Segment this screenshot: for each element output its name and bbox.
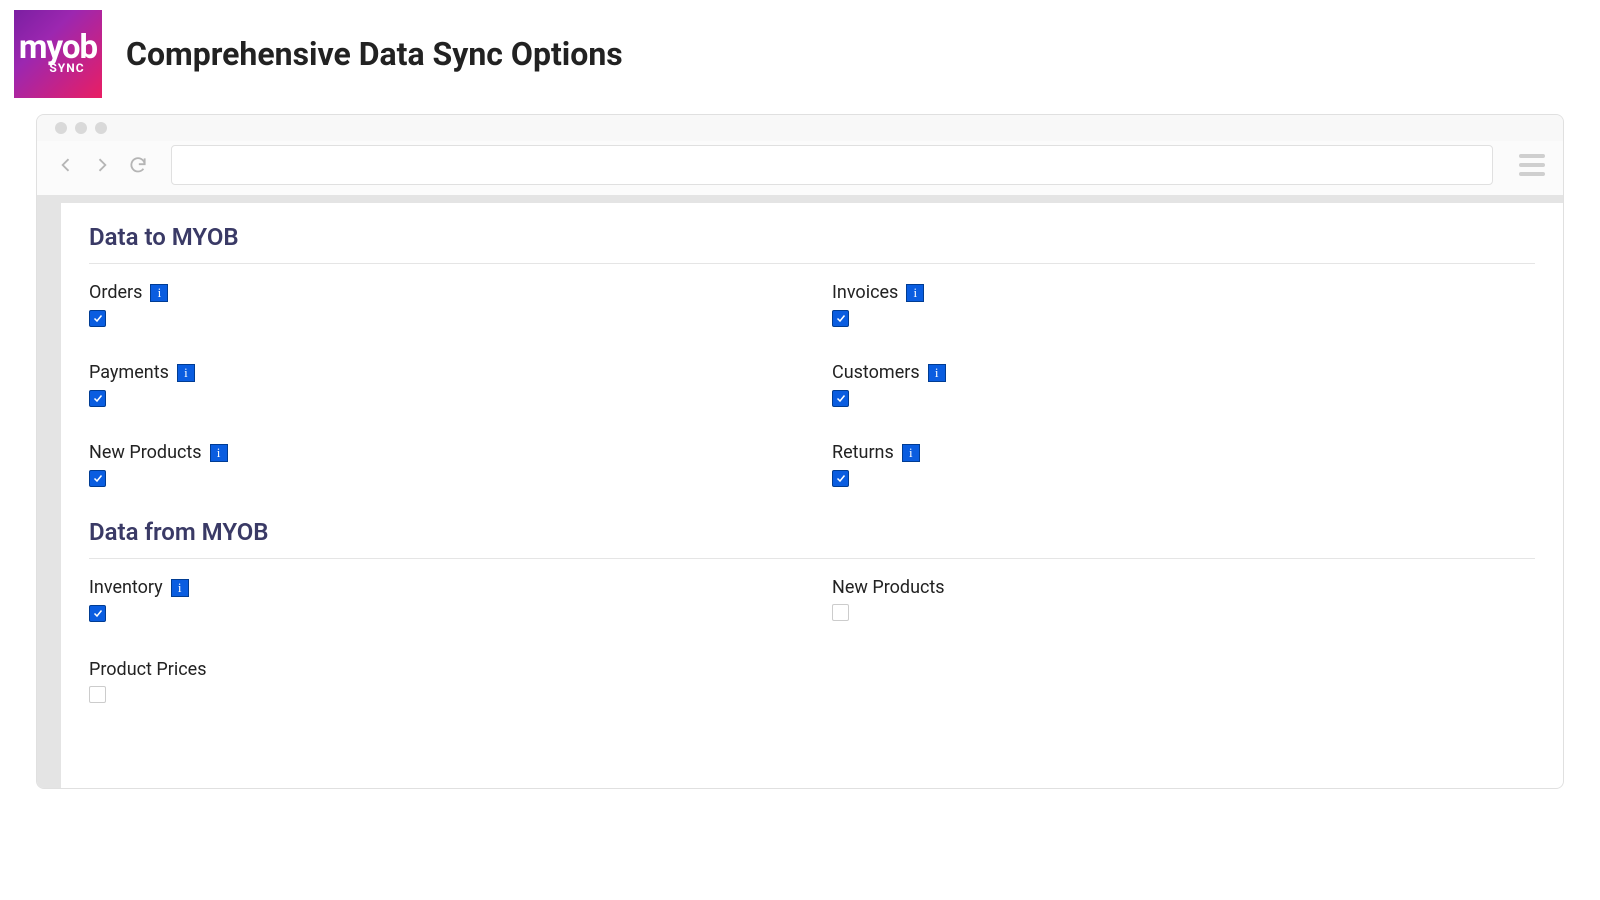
option-inventory: Inventory i bbox=[89, 577, 792, 625]
info-icon[interactable]: i bbox=[902, 444, 920, 462]
browser-frame: Data to MYOB OrdersiInvoicesiPaymentsiCu… bbox=[36, 114, 1564, 789]
section-title-from-myob: Data from MYOB bbox=[89, 518, 1535, 546]
menu-icon[interactable] bbox=[1519, 154, 1545, 176]
option-label: Customers bbox=[832, 362, 920, 383]
info-icon[interactable]: i bbox=[171, 579, 189, 597]
info-icon[interactable]: i bbox=[177, 364, 195, 382]
back-icon[interactable] bbox=[55, 154, 77, 176]
option-label-row: New Products bbox=[832, 577, 1535, 598]
divider bbox=[89, 558, 1535, 559]
browser-tabbar bbox=[37, 115, 1563, 141]
forward-icon[interactable] bbox=[91, 154, 113, 176]
option-product-prices: Product Prices bbox=[89, 659, 792, 707]
option-new-products: New Products bbox=[832, 577, 1535, 625]
browser-toolbar bbox=[37, 141, 1563, 195]
options-grid-from-myob: Inventory i New Products Product Prices bbox=[89, 577, 1535, 707]
checkbox-orders[interactable] bbox=[89, 310, 106, 327]
traffic-light-minimize[interactable] bbox=[75, 122, 87, 134]
checkbox-new-products[interactable] bbox=[89, 470, 106, 487]
logo-sub-text: SYNC bbox=[49, 61, 84, 75]
option-label: Orders bbox=[89, 282, 142, 303]
option-label-row: Ordersi bbox=[89, 282, 792, 303]
info-icon[interactable]: i bbox=[906, 284, 924, 302]
options-grid-to-myob: OrdersiInvoicesiPaymentsiCustomersiNew P… bbox=[89, 282, 1535, 488]
traffic-light-maximize[interactable] bbox=[95, 122, 107, 134]
option-label-row: Returns i bbox=[832, 442, 1535, 463]
option-label: Payments bbox=[89, 362, 169, 383]
checkbox-returns[interactable] bbox=[832, 470, 849, 487]
url-input[interactable] bbox=[171, 145, 1493, 185]
option-label: Inventory bbox=[89, 577, 163, 598]
checkbox-product-prices[interactable] bbox=[89, 686, 106, 703]
divider bbox=[89, 263, 1535, 264]
option-label-row: Payments i bbox=[89, 362, 792, 383]
checkbox-new-products[interactable] bbox=[832, 604, 849, 621]
checkbox-invoices[interactable] bbox=[832, 310, 849, 327]
option-label-row: Product Prices bbox=[89, 659, 792, 680]
option-label-row: Customers i bbox=[832, 362, 1535, 383]
section-title-to-myob: Data to MYOB bbox=[89, 223, 1535, 251]
option-label: New Products bbox=[89, 442, 202, 463]
traffic-light-close[interactable] bbox=[55, 122, 67, 134]
option-label: Returns bbox=[832, 442, 894, 463]
myob-sync-logo: myob SYNC bbox=[14, 10, 102, 98]
logo-main-text: myob bbox=[19, 33, 97, 63]
info-icon[interactable]: i bbox=[928, 364, 946, 382]
option-orders: Ordersi bbox=[89, 282, 792, 328]
option-label-row: New Products i bbox=[89, 442, 792, 463]
info-icon[interactable]: i bbox=[150, 284, 168, 302]
option-label-row: Invoices i bbox=[832, 282, 1535, 303]
option-customers: Customers i bbox=[832, 362, 1535, 408]
option-label: New Products bbox=[832, 577, 945, 598]
checkbox-payments[interactable] bbox=[89, 390, 106, 407]
option-payments: Payments i bbox=[89, 362, 792, 408]
content-inner: Data to MYOB OrdersiInvoicesiPaymentsiCu… bbox=[61, 203, 1563, 788]
info-icon[interactable]: i bbox=[210, 444, 228, 462]
option-label: Product Prices bbox=[89, 659, 206, 680]
checkbox-inventory[interactable] bbox=[89, 605, 106, 622]
page-title: Comprehensive Data Sync Options bbox=[126, 35, 623, 73]
reload-icon[interactable] bbox=[127, 154, 149, 176]
option-new-products: New Products i bbox=[89, 442, 792, 488]
option-label-row: Inventory i bbox=[89, 577, 792, 598]
app-header: myob SYNC Comprehensive Data Sync Option… bbox=[0, 0, 1600, 114]
content-area: Data to MYOB OrdersiInvoicesiPaymentsiCu… bbox=[37, 195, 1563, 788]
checkbox-customers[interactable] bbox=[832, 390, 849, 407]
option-label: Invoices bbox=[832, 282, 898, 303]
option-returns: Returns i bbox=[832, 442, 1535, 488]
option-invoices: Invoices i bbox=[832, 282, 1535, 328]
